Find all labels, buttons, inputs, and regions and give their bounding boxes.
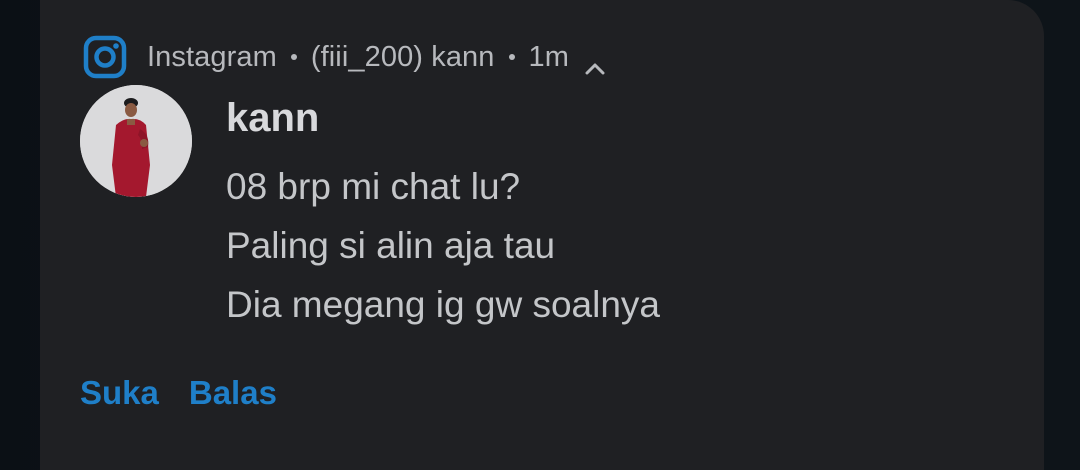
notification-meta: Instagram (fiii_200) kann 1m bbox=[147, 40, 605, 75]
app-name: Instagram bbox=[147, 40, 277, 73]
separator-dot bbox=[290, 54, 297, 60]
message-line: Dia megang ig gw soalnya bbox=[226, 284, 660, 325]
timestamp: 1m bbox=[528, 40, 569, 73]
notification-actions: Suka Balas bbox=[80, 374, 277, 412]
chevron-up-icon[interactable] bbox=[585, 50, 605, 75]
avatar bbox=[80, 85, 192, 197]
account-name: (fiii_200) kann bbox=[310, 40, 495, 73]
message-line: 08 brp mi chat lu? bbox=[226, 166, 521, 207]
separator-dot bbox=[508, 54, 515, 60]
sender-name: kann bbox=[226, 96, 320, 140]
like-button[interactable]: Suka bbox=[80, 374, 159, 412]
instagram-icon bbox=[83, 35, 127, 79]
notification-header: Instagram (fiii_200) kann 1m bbox=[83, 34, 605, 80]
message-line: Paling si alin aja tau bbox=[226, 225, 556, 266]
reply-button[interactable]: Balas bbox=[189, 374, 277, 412]
